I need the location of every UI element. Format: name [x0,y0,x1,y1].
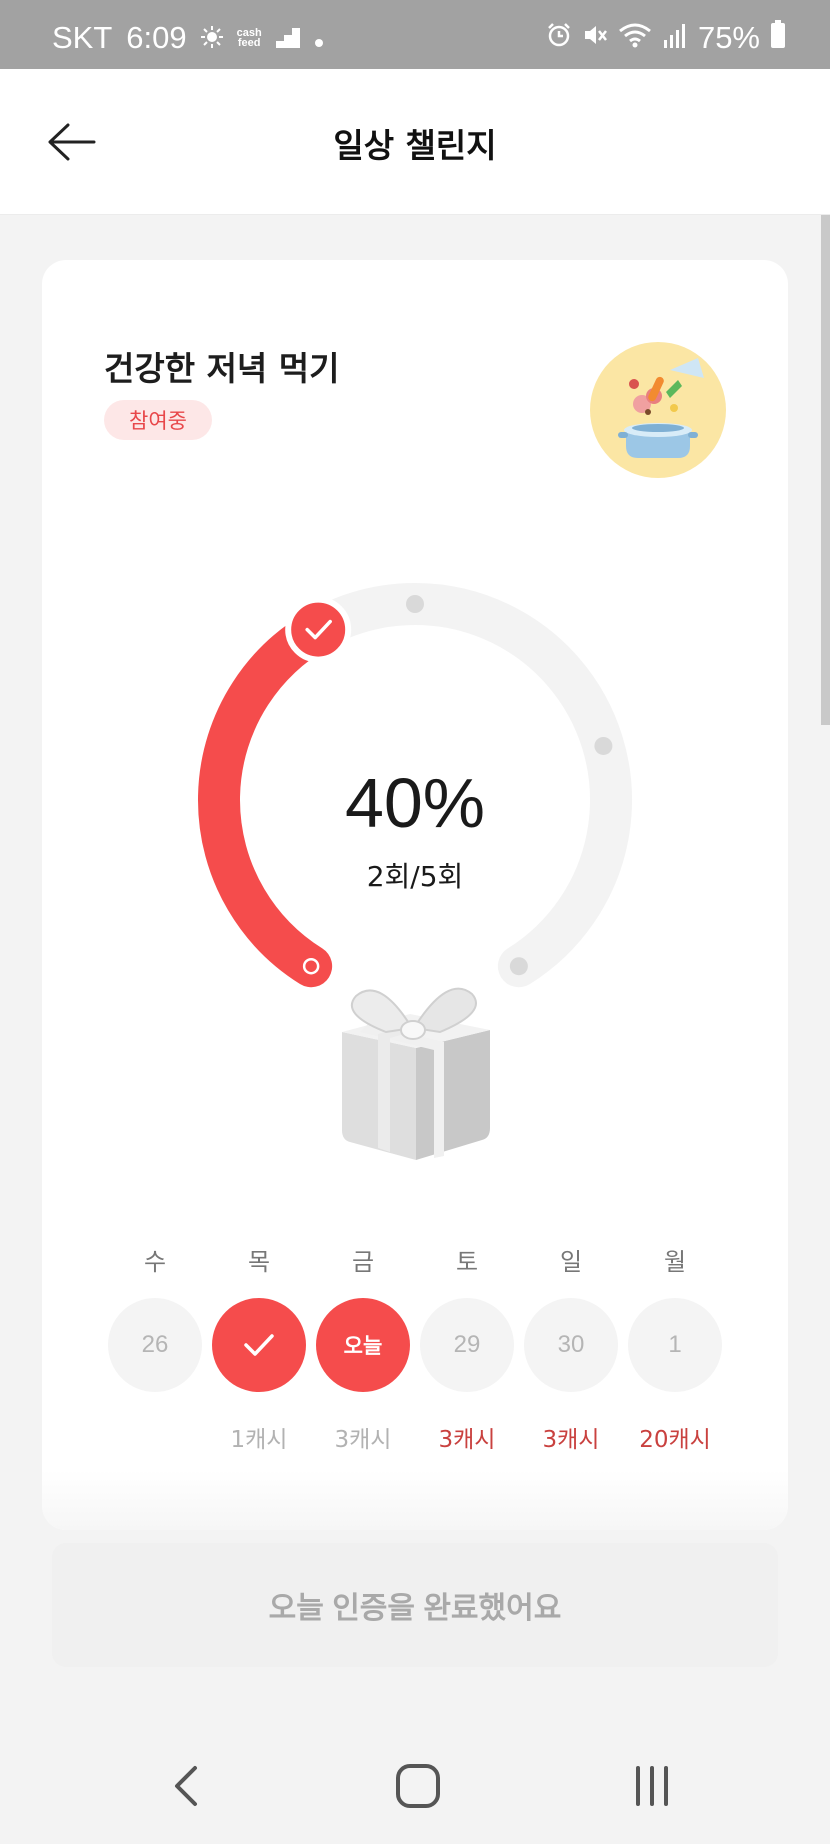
day-label: 일 [559,1248,583,1276]
chevron-left-icon [175,1766,197,1806]
day-label: 수 [143,1248,167,1276]
three-bars-icon [636,1766,668,1806]
day-circle-future[interactable]: 29 [420,1298,514,1392]
nav-home-button[interactable] [388,1756,448,1816]
complete-verification-button[interactable]: 오늘 인증을 완료했어요 [52,1543,778,1667]
day-label: 목 [247,1248,271,1276]
clock: 6:09 [126,20,187,55]
mute-icon [582,20,608,56]
system-nav-bar [0,1720,830,1844]
wifi-icon [618,20,652,56]
day-circle-past[interactable]: 26 [108,1298,202,1392]
signal-icon [662,20,688,56]
day-circle-future[interactable]: 1 [628,1298,722,1392]
reward-label: 1캐시 [230,1427,288,1453]
dot-icon [314,20,324,56]
stairs-icon [275,20,300,56]
battery-icon [770,20,786,56]
status-bar: SKT 6:09 cash feed 75% [0,0,830,69]
reward-label: 3캐시 [542,1427,600,1453]
progress-count: 2회/5회 [366,860,464,893]
nav-back-button[interactable] [156,1756,216,1816]
progress-percent: 40% [344,764,486,842]
reward-label: 3캐시 [334,1427,392,1453]
day-circle-done[interactable] [212,1298,306,1392]
gift-box-illustration [320,970,510,1170]
day-label: 금 [351,1248,375,1276]
rounded-square-icon [396,1764,440,1808]
status-badge: 참여중 [104,400,212,440]
cashfeed-icon: cash feed [236,27,262,49]
day-circle-future[interactable]: 30 [524,1298,618,1392]
card-fade [42,1470,788,1530]
battery-percent: 75% [697,20,760,55]
nav-recent-button[interactable] [622,1756,682,1816]
cooking-pot-illustration [590,342,726,478]
scroll-indicator[interactable] [821,215,830,725]
check-icon [244,1334,274,1356]
day-circle-today[interactable]: 오늘 [316,1298,410,1392]
sun-icon [200,20,223,56]
app-header: 일상 챌린지 [0,69,830,215]
alarm-icon [546,20,572,56]
carrier-label: SKT [52,20,113,55]
reward-label: 3캐시 [438,1427,496,1453]
day-label: 토 [455,1248,479,1276]
day-label: 월 [663,1248,687,1276]
challenge-title: 건강한 저녁 먹기 [104,349,340,388]
reward-label: 20캐시 [639,1427,711,1453]
page-title: 일상 챌린지 [333,126,497,165]
